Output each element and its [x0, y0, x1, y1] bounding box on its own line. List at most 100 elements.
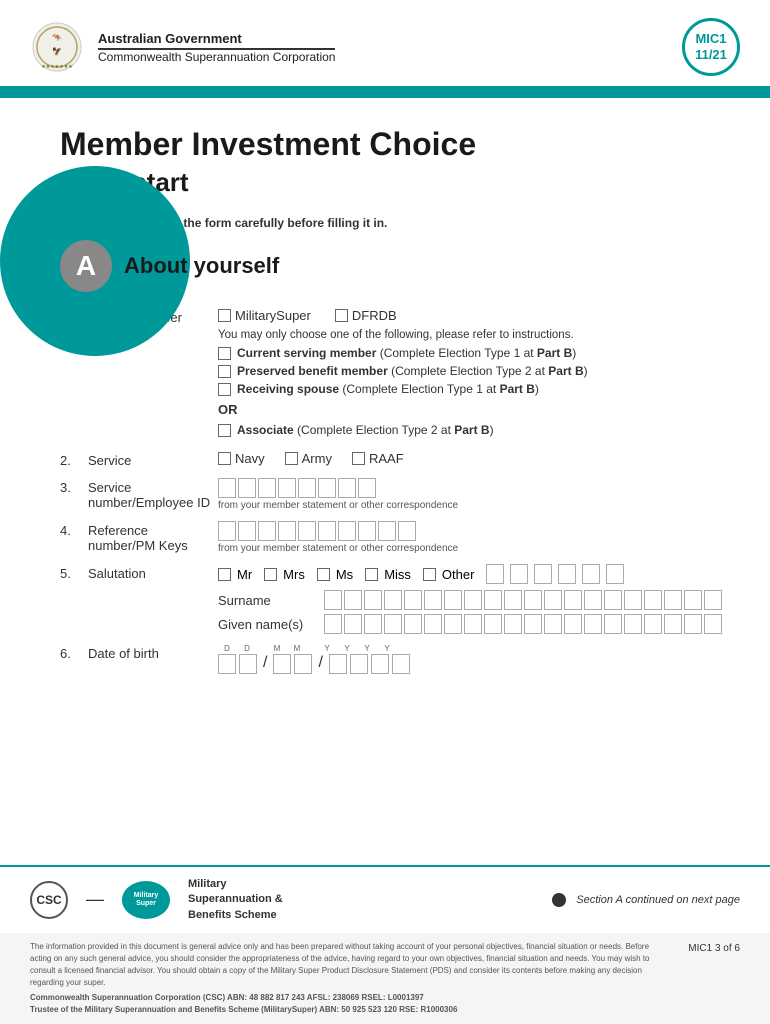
- gn-c19[interactable]: [684, 614, 702, 634]
- sur-c20[interactable]: [704, 590, 722, 610]
- other-cell-4[interactable]: [558, 564, 576, 584]
- rn-cell-6[interactable]: [318, 521, 336, 541]
- sn-cell-1[interactable]: [218, 478, 236, 498]
- other-checkbox[interactable]: [423, 568, 436, 581]
- gn-c2[interactable]: [344, 614, 362, 634]
- miss-checkbox[interactable]: [365, 568, 378, 581]
- sur-c16[interactable]: [624, 590, 642, 610]
- continued-text: Section A continued on next page: [576, 894, 740, 906]
- csc-circle: CSC: [30, 881, 68, 919]
- sn-cell-4[interactable]: [278, 478, 296, 498]
- gn-c13[interactable]: [564, 614, 582, 634]
- gn-c20[interactable]: [704, 614, 722, 634]
- black-dot-icon: [552, 893, 566, 907]
- dfrdb-checkbox-item: DFRDB: [335, 308, 397, 323]
- sur-c9[interactable]: [484, 590, 502, 610]
- header-left: 🦘 🦅 ★★★★★★★ Australian Government Common…: [30, 20, 335, 74]
- option1-checkbox[interactable]: [218, 347, 231, 360]
- sur-c12[interactable]: [544, 590, 562, 610]
- sur-c14[interactable]: [584, 590, 602, 610]
- gn-c7[interactable]: [444, 614, 462, 634]
- salutation-row: Mr Mrs Ms Miss Other: [218, 564, 722, 584]
- sur-c2[interactable]: [344, 590, 362, 610]
- ms-checkbox[interactable]: [317, 568, 330, 581]
- rn-cell-5[interactable]: [298, 521, 316, 541]
- gn-c6[interactable]: [424, 614, 442, 634]
- gn-c5[interactable]: [404, 614, 422, 634]
- gn-c14[interactable]: [584, 614, 602, 634]
- gov-name: Australian Government: [98, 31, 335, 46]
- dob-y3-label: Y: [358, 644, 376, 653]
- dob-y4[interactable]: [392, 654, 410, 674]
- sn-cell-2[interactable]: [238, 478, 256, 498]
- givennames-label: Given name(s): [218, 617, 318, 632]
- gn-c16[interactable]: [624, 614, 642, 634]
- mr-checkbox[interactable]: [218, 568, 231, 581]
- sur-c15[interactable]: [604, 590, 622, 610]
- rn-cell-7[interactable]: [338, 521, 356, 541]
- gn-c8[interactable]: [464, 614, 482, 634]
- field-service-number: 3. Service number/Employee ID from your …: [60, 478, 710, 511]
- title-block: Member Investment Choice Form start: [60, 98, 710, 198]
- sur-c5[interactable]: [404, 590, 422, 610]
- sn-cell-8[interactable]: [358, 478, 376, 498]
- sur-c11[interactable]: [524, 590, 542, 610]
- option4-checkbox[interactable]: [218, 424, 231, 437]
- sur-c13[interactable]: [564, 590, 582, 610]
- dob-y3[interactable]: [371, 654, 389, 674]
- sn-cell-3[interactable]: [258, 478, 276, 498]
- sur-c4[interactable]: [384, 590, 402, 610]
- gn-c9[interactable]: [484, 614, 502, 634]
- gn-c4[interactable]: [384, 614, 402, 634]
- dob-d1[interactable]: [218, 654, 236, 674]
- dfrdb-checkbox[interactable]: [335, 309, 348, 322]
- raaf-checkbox[interactable]: [352, 452, 365, 465]
- other-cell-5[interactable]: [582, 564, 600, 584]
- gn-c3[interactable]: [364, 614, 382, 634]
- sur-c18[interactable]: [664, 590, 682, 610]
- mrs-checkbox[interactable]: [264, 568, 277, 581]
- sn-cell-6[interactable]: [318, 478, 336, 498]
- dob-d2[interactable]: [239, 654, 257, 674]
- other-cell-2[interactable]: [510, 564, 528, 584]
- gn-c15[interactable]: [604, 614, 622, 634]
- sur-c7[interactable]: [444, 590, 462, 610]
- sur-c19[interactable]: [684, 590, 702, 610]
- option3-checkbox[interactable]: [218, 383, 231, 396]
- rn-cell-3[interactable]: [258, 521, 276, 541]
- rn-cell-10[interactable]: [398, 521, 416, 541]
- dob-m2[interactable]: [294, 654, 312, 674]
- dob-inputs: / /: [218, 654, 710, 674]
- gn-c12[interactable]: [544, 614, 562, 634]
- sur-c17[interactable]: [644, 590, 662, 610]
- gn-c18[interactable]: [664, 614, 682, 634]
- rn-cell-2[interactable]: [238, 521, 256, 541]
- dob-y2[interactable]: [350, 654, 368, 674]
- other-cell-6[interactable]: [606, 564, 624, 584]
- sur-c3[interactable]: [364, 590, 382, 610]
- sur-c8[interactable]: [464, 590, 482, 610]
- sn-cell-5[interactable]: [298, 478, 316, 498]
- field6-label: Date of birth: [88, 644, 218, 661]
- option2-checkbox[interactable]: [218, 365, 231, 378]
- army-checkbox[interactable]: [285, 452, 298, 465]
- gn-c1[interactable]: [324, 614, 342, 634]
- other-cell-1[interactable]: [486, 564, 504, 584]
- navy-checkbox[interactable]: [218, 452, 231, 465]
- sn-cell-7[interactable]: [338, 478, 356, 498]
- rn-cell-9[interactable]: [378, 521, 396, 541]
- dob-y1[interactable]: [329, 654, 347, 674]
- surname-label: Surname: [218, 593, 318, 608]
- gn-c17[interactable]: [644, 614, 662, 634]
- sur-c1[interactable]: [324, 590, 342, 610]
- sur-c10[interactable]: [504, 590, 522, 610]
- gn-c10[interactable]: [504, 614, 522, 634]
- rn-cell-1[interactable]: [218, 521, 236, 541]
- militarysuper-checkbox[interactable]: [218, 309, 231, 322]
- gn-c11[interactable]: [524, 614, 542, 634]
- sur-c6[interactable]: [424, 590, 442, 610]
- other-cell-3[interactable]: [534, 564, 552, 584]
- rn-cell-8[interactable]: [358, 521, 376, 541]
- rn-cell-4[interactable]: [278, 521, 296, 541]
- dob-m1[interactable]: [273, 654, 291, 674]
